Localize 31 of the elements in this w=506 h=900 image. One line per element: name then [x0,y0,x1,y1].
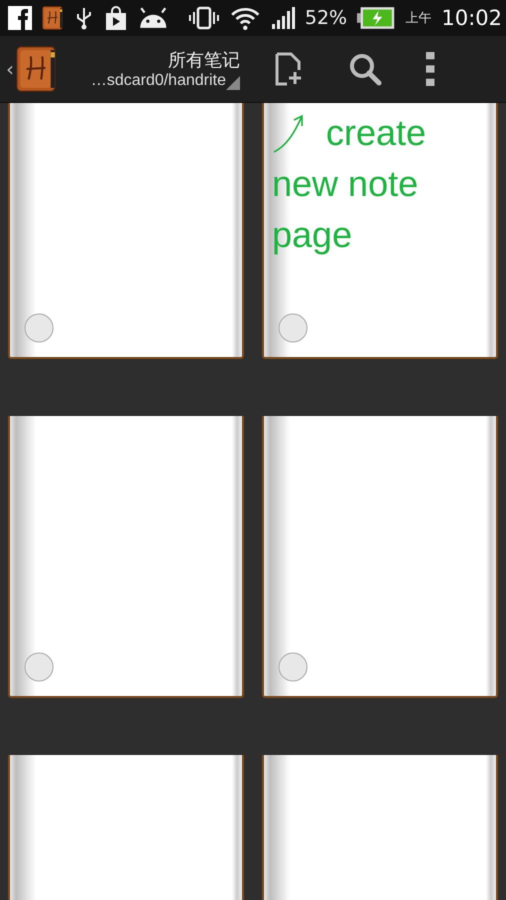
note-page-card[interactable] [8,416,244,698]
wifi-icon [230,6,261,30]
search-icon [348,52,382,86]
notebook-app-icon [42,6,64,30]
back-button[interactable]: ‹ [0,57,16,81]
page-hole-icon [278,652,308,682]
page-hole-icon [278,313,308,343]
notebook-app-icon [16,45,58,93]
battery-charging-icon [357,6,396,30]
menu-icon [426,52,436,86]
overflow-menu-button[interactable] [426,52,436,86]
dropdown-triangle-icon [226,76,240,90]
note-page-card[interactable] [262,416,498,698]
page-hole-icon [24,313,54,343]
android-icon [138,6,168,30]
note-page-card[interactable] [8,103,244,359]
vibrate-icon [188,6,220,30]
signal-icon [270,6,295,30]
screen-title: 所有笔记 [168,49,240,72]
facebook-icon [8,6,32,30]
am-pm-label: 上午 [406,10,432,27]
page-hole-icon [24,652,54,682]
note-text: create [326,111,428,155]
shopping-bag-icon [104,6,128,30]
note-text: new note page [272,162,420,257]
folder-path-dropdown[interactable]: …sdcard0/handrite [90,72,226,90]
new-page-icon [274,52,302,86]
new-page-button[interactable] [274,52,302,86]
clock-time: 10:02 [442,6,502,30]
battery-percent: 52% [304,7,348,29]
search-button[interactable] [348,52,382,86]
